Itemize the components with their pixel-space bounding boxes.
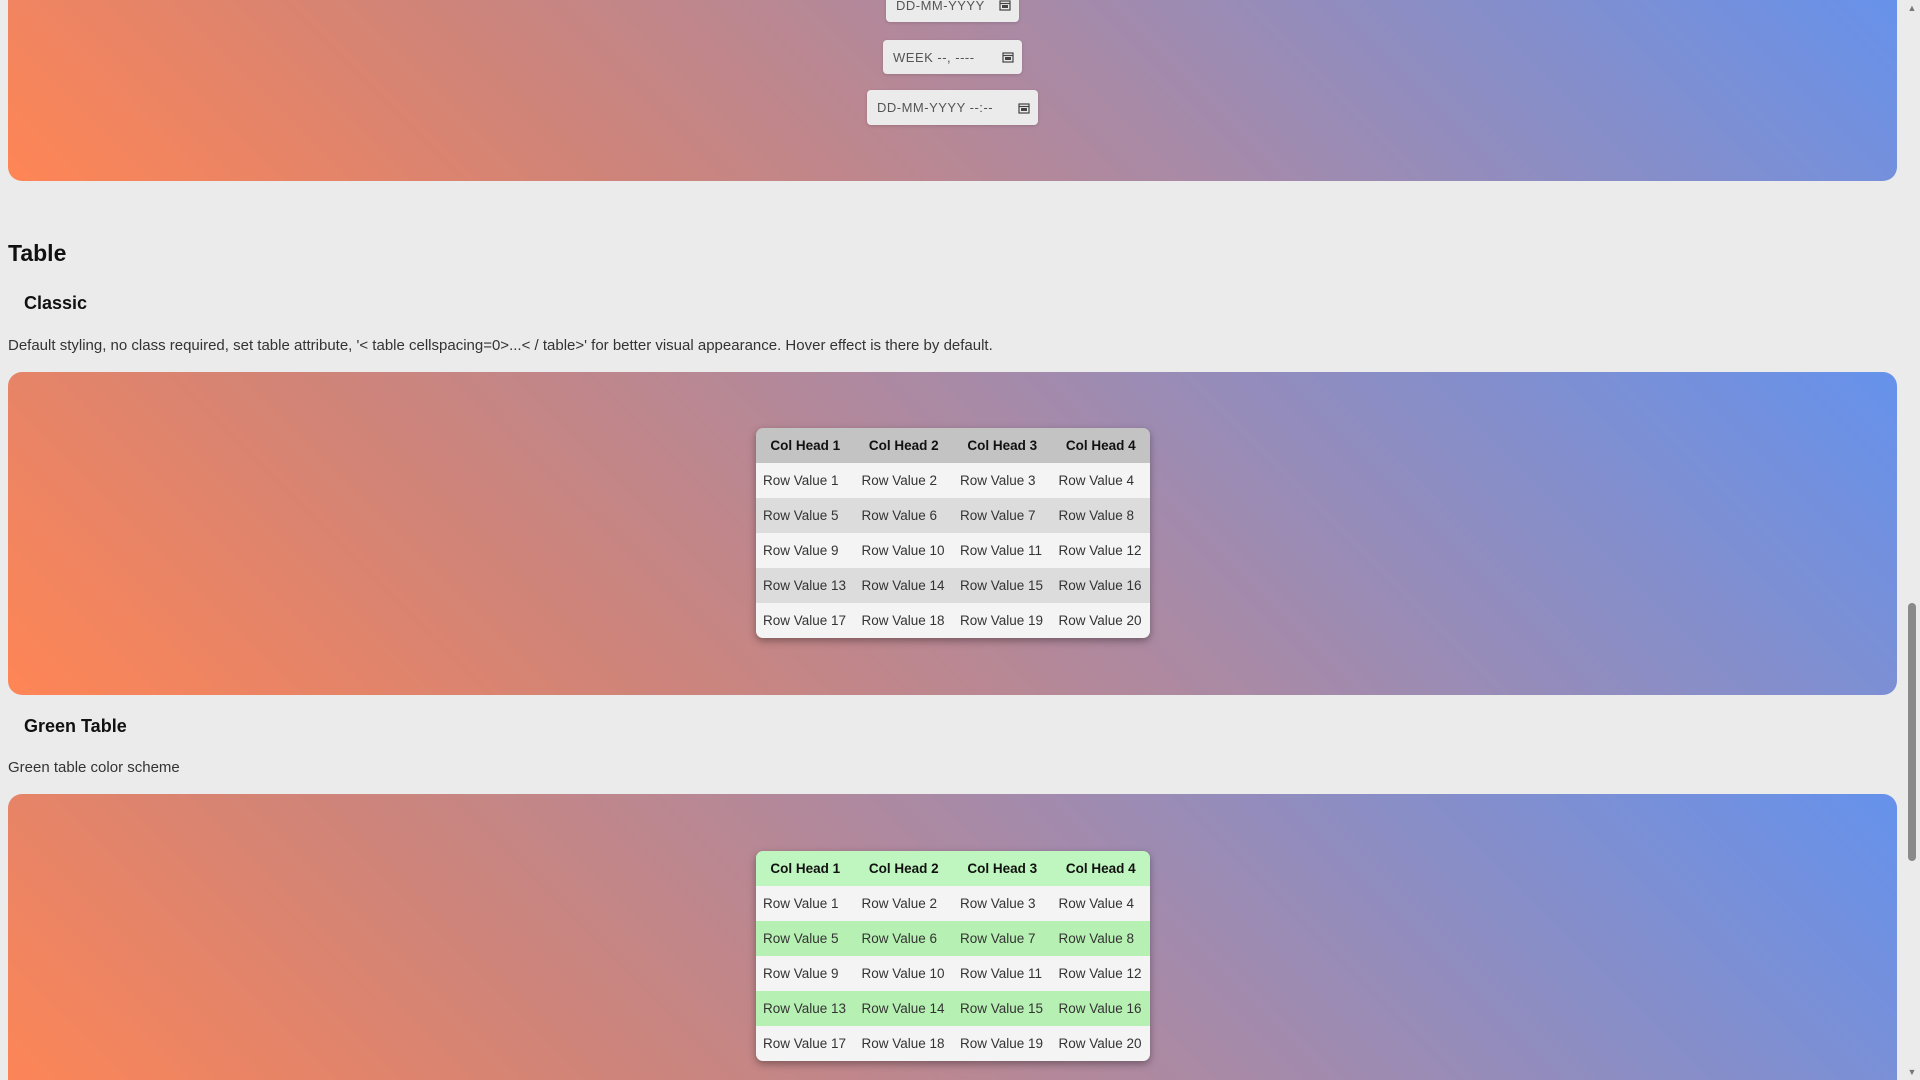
table-cell: Row Value 10 <box>854 956 953 991</box>
table-cell: Row Value 13 <box>756 991 855 1026</box>
table-row[interactable]: Row Value 13 Row Value 14 Row Value 15 Row … <box>756 991 1150 1026</box>
table-cell: Row Value 17 <box>756 1026 855 1061</box>
classic-table-description: Default styling, no class required, set … <box>8 337 993 354</box>
classic-table-heading: Classic <box>24 293 88 313</box>
table-cell: Row Value 4 <box>1051 463 1150 498</box>
week-input[interactable]: WEEK --, ---- <box>883 40 1022 74</box>
table-header-row: Col Head 1 Col Head 2 Col Head 3 Col Head 4 <box>756 428 1150 463</box>
table-cell: Row Value 15 <box>953 568 1052 603</box>
datetime-input-placeholder: DD-MM-YYYY --:-- <box>877 100 994 115</box>
table-cell: Row Value 12 <box>1051 956 1150 991</box>
table-cell: Row Value 1 <box>756 886 855 921</box>
table-row[interactable]: Row Value 9 Row Value 10 Row Value 11 Row V… <box>756 956 1150 991</box>
table-header-row: Col Head 1 Col Head 2 Col Head 3 Col Head 4 <box>756 851 1150 886</box>
column-header: Col Head 1 <box>756 428 855 463</box>
column-header: Col Head 2 <box>854 851 953 886</box>
page: DD-MM-YYYY WEEK --, ---- DD-MM-YYYY --:-… <box>0 0 1904 1080</box>
calendar-icon[interactable] <box>1018 102 1030 114</box>
classic-table: Col Head 1 Col Head 2 Col Head 3 Col Head 4… <box>756 428 1150 638</box>
datetime-input[interactable]: DD-MM-YYYY --:-- <box>867 90 1038 125</box>
table-cell: Row Value 19 <box>953 603 1052 638</box>
table-cell: Row Value 10 <box>854 533 953 568</box>
date-input[interactable]: DD-MM-YYYY <box>886 0 1019 22</box>
green-table-heading: Green Table <box>24 716 127 736</box>
table-cell: Row Value 5 <box>756 921 855 956</box>
column-header: Col Head 2 <box>854 428 953 463</box>
table-cell: Row Value 7 <box>953 498 1052 533</box>
table-cell: Row Value 8 <box>1051 921 1150 956</box>
table-cell: Row Value 16 <box>1051 568 1150 603</box>
column-header: Col Head 4 <box>1051 851 1150 886</box>
column-header: Col Head 3 <box>953 428 1052 463</box>
column-header: Col Head 1 <box>756 851 855 886</box>
table-cell: Row Value 9 <box>756 956 855 991</box>
calendar-icon[interactable] <box>999 0 1011 11</box>
table-row[interactable]: Row Value 17 Row Value 18 Row Value 19 Row … <box>756 1026 1150 1061</box>
table-cell: Row Value 11 <box>953 956 1052 991</box>
table-cell: Row Value 3 <box>953 463 1052 498</box>
table-cell: Row Value 5 <box>756 498 855 533</box>
week-input-placeholder: WEEK --, ---- <box>893 49 975 65</box>
table-row[interactable]: Row Value 5 Row Value 6 Row Value 7 Row Val… <box>756 921 1150 956</box>
table-cell: Row Value 18 <box>854 1026 953 1061</box>
table-cell: Row Value 14 <box>854 568 953 603</box>
scroll-down-arrow-icon[interactable]: ▼ <box>1904 1064 1920 1080</box>
table-cell: Row Value 9 <box>756 533 855 568</box>
table-cell: Row Value 7 <box>953 921 1052 956</box>
table-row[interactable]: Row Value 5 Row Value 6 Row Value 7 Row Val… <box>756 498 1150 533</box>
table-row[interactable]: Row Value 17 Row Value 18 Row Value 19 Row … <box>756 603 1150 638</box>
table-cell: Row Value 6 <box>854 498 953 533</box>
green-table-description: Green table color scheme <box>8 759 180 776</box>
table-cell: Row Value 19 <box>953 1026 1052 1061</box>
table-cell: Row Value 13 <box>756 568 855 603</box>
table-cell: Row Value 6 <box>854 921 953 956</box>
table-row[interactable]: Row Value 9 Row Value 10 Row Value 11 Row V… <box>756 533 1150 568</box>
section-title: Table <box>8 240 67 266</box>
table-row[interactable]: Row Value 1 Row Value 2 Row Value 3 Row Val… <box>756 463 1150 498</box>
vertical-scrollbar[interactable]: ▲ ▼ <box>1904 0 1920 1080</box>
table-cell: Row Value 12 <box>1051 533 1150 568</box>
table-cell: Row Value 17 <box>756 603 855 638</box>
table-cell: Row Value 16 <box>1051 991 1150 1026</box>
date-input-placeholder: DD-MM-YYYY <box>896 0 985 13</box>
column-header: Col Head 3 <box>953 851 1052 886</box>
table-cell: Row Value 20 <box>1051 1026 1150 1061</box>
table-cell: Row Value 14 <box>854 991 953 1026</box>
column-header: Col Head 4 <box>1051 428 1150 463</box>
table-cell: Row Value 4 <box>1051 886 1150 921</box>
table-row[interactable]: Row Value 13 Row Value 14 Row Value 15 Row … <box>756 568 1150 603</box>
table-cell: Row Value 1 <box>756 463 855 498</box>
table-cell: Row Value 2 <box>854 886 953 921</box>
calendar-icon[interactable] <box>1002 51 1014 63</box>
table-cell: Row Value 3 <box>953 886 1052 921</box>
table-row[interactable]: Row Value 1 Row Value 2 Row Value 3 Row Val… <box>756 886 1150 921</box>
scroll-up-arrow-icon[interactable]: ▲ <box>1904 0 1920 16</box>
table-cell: Row Value 2 <box>854 463 953 498</box>
table-cell: Row Value 11 <box>953 533 1052 568</box>
table-cell: Row Value 20 <box>1051 603 1150 638</box>
scrollbar-thumb[interactable] <box>1908 603 1916 861</box>
table-cell: Row Value 18 <box>854 603 953 638</box>
table-cell: Row Value 8 <box>1051 498 1150 533</box>
table-cell: Row Value 15 <box>953 991 1052 1026</box>
green-table: Col Head 1 Col Head 2 Col Head 3 Col Head 4… <box>756 851 1150 1061</box>
